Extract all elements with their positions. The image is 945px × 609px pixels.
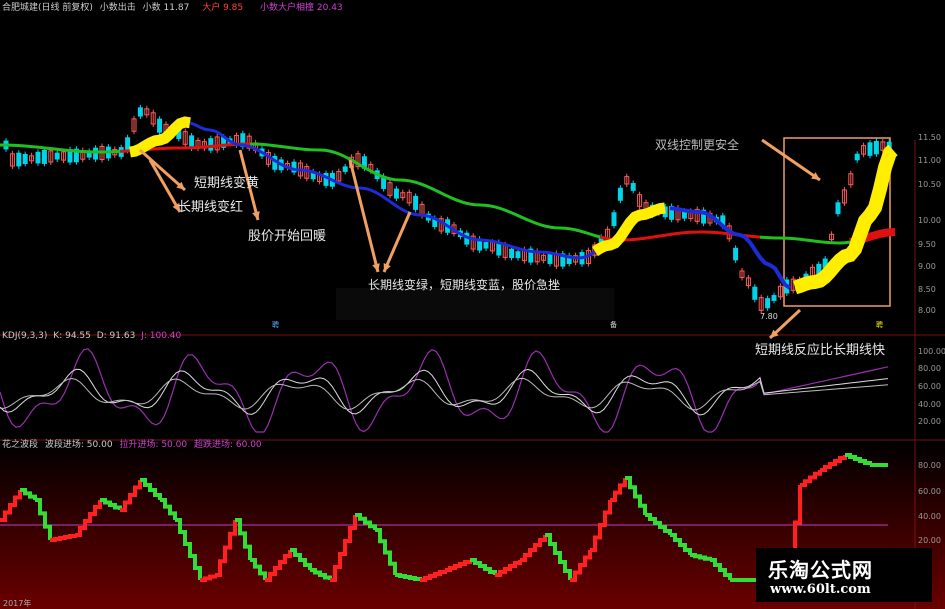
chart-window: 合肥城建(日线 前复权) 小数出击 小数 11.87 大户 9.85 小数大户相… [0, 0, 945, 609]
candle-body [137, 107, 143, 117]
candle-body [157, 118, 163, 133]
detail-value: 20.43 [316, 3, 343, 13]
axis-label: 20.00 [918, 417, 941, 426]
candle-body [547, 253, 553, 264]
axis-label: 10.00 [918, 216, 941, 225]
kdj-j: J: 100.40 [141, 331, 182, 341]
axis-label: 80.00 [918, 461, 941, 470]
candle-body [342, 166, 348, 172]
candle-body [509, 248, 515, 259]
candle-body [16, 152, 22, 167]
kdj-d: D: 91.63 [96, 331, 136, 341]
annotation-price-drop: 长期线变绿，短期线变蓝，股价急挫 [368, 278, 561, 292]
indicator-name: 小数出击 [99, 3, 136, 13]
header-bar: 合肥城建(日线 前复权) 小数出击 小数 11.87 大户 9.85 小数大户相… [2, 3, 343, 14]
candle-body [630, 183, 636, 191]
watermark-title: 乐淘公式网 [768, 558, 873, 582]
site-watermark: 乐淘公式网 www.60lt.com [756, 548, 932, 602]
marker-2: 备 [610, 321, 617, 329]
candle-body [393, 188, 399, 199]
candle-body [35, 151, 41, 164]
candle-body [413, 195, 419, 210]
candle-body [867, 142, 873, 156]
candle-body [611, 212, 617, 227]
candle-body [873, 140, 879, 155]
axis-label: 40.00 [918, 400, 941, 409]
stock-chart-canvas [0, 0, 945, 609]
kdj-header: KDJ(9,3,3) K: 94.55 D: 91.63 J: 100.40 [2, 331, 181, 342]
axis-label: 11.50 [918, 133, 941, 142]
top-right-dark-area [535, 0, 945, 140]
annotation-long-red: 长期线变红 [178, 200, 244, 215]
candle-body [483, 242, 489, 249]
watermark-url: www.60lt.com [770, 582, 871, 597]
axis-label: 60.00 [918, 382, 941, 391]
small-value: 11.87 [163, 3, 190, 13]
axis-label: 10.50 [918, 180, 941, 189]
annotation-double-line: 双线控制更安全 [655, 138, 740, 152]
axis-label: 8.00 [918, 306, 936, 315]
small-label: 小数 [142, 3, 161, 13]
axis-label: 9.00 [918, 262, 936, 271]
stock-name: 合肥城建(日线 前复权) [2, 3, 93, 13]
annotation-short-faster: 短期线反应比长期线快 [755, 343, 886, 358]
annotation-short-yellow: 短期线变黄 [194, 176, 260, 191]
candle-body [93, 147, 99, 160]
big-label: 大户 [202, 3, 221, 13]
candle-body [835, 202, 841, 215]
candle-body [41, 149, 47, 164]
candle-body [752, 286, 758, 300]
candle-body [515, 251, 521, 259]
axis-label: 80.00 [918, 364, 941, 373]
kdj-k: K: 94.55 [53, 331, 91, 341]
detail-label: 小数大户相撞 [260, 3, 315, 13]
big-value: 9.85 [223, 3, 244, 13]
candle-body [54, 152, 60, 160]
axis-label: 20.00 [918, 536, 941, 545]
candle-body [208, 138, 214, 151]
candle-body [617, 187, 623, 201]
axis-label: 60.00 [918, 487, 941, 496]
candle-body [733, 247, 739, 261]
axis-label: 8.50 [918, 285, 936, 294]
wave-w1: 波段进场: 50.00 [44, 440, 113, 450]
candle-body [765, 298, 771, 309]
low-price-label: 7.80 [760, 312, 778, 321]
kdj-label: KDJ(9,3,3) [2, 331, 48, 341]
axis-label: 9.50 [918, 240, 936, 249]
axis-label: 40.00 [918, 512, 941, 521]
annotation-price-recover: 股价开始回暖 [248, 229, 327, 244]
candle-body [771, 295, 777, 301]
date-label: 2017年 [3, 599, 32, 608]
marker-1: 聘 [272, 321, 279, 329]
wave-label: 花之波段 [2, 440, 39, 450]
candle-body [854, 153, 860, 161]
wave-w3: 超跌进场: 60.00 [193, 440, 262, 450]
wave-w2: 拉升进场: 50.00 [119, 440, 188, 450]
candle-body [125, 137, 131, 151]
axis-label: 11.00 [918, 156, 941, 165]
candle-body [22, 154, 28, 165]
wave-header: 花之波段 波段进场: 50.00 拉升进场: 50.00 超跌进场: 60.00 [2, 440, 262, 451]
marker-3: 聘 [876, 321, 883, 329]
axis-label: 100.00 [918, 347, 945, 356]
